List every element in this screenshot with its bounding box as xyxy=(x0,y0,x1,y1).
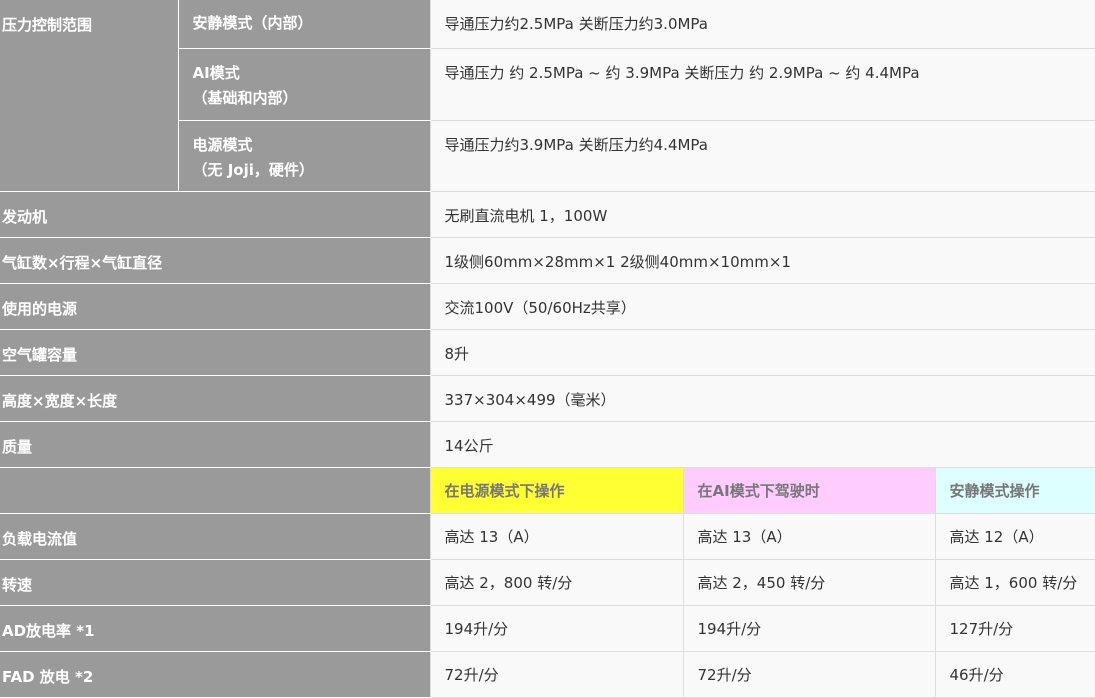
table-row: 转速 高达 2，800 转/分 高达 2，450 转/分 高达 1，600 转/… xyxy=(0,559,1095,606)
cell-load-current-quiet: 高达 12（A） xyxy=(934,513,1095,560)
cell-fad-discharge-power: 72升/分 xyxy=(429,651,683,698)
row-label-fad-discharge: FAD 放电 *2 xyxy=(0,651,430,698)
row-value-dimensions: 337×304×499（毫米） xyxy=(429,375,1095,422)
row-value-power-supply: 交流100V（50/60Hz共享） xyxy=(429,283,1095,330)
row-value-cylinder: 1级侧60mm×28mm×1 2级侧40mm×10mm×1 xyxy=(429,237,1095,284)
cell-speed-quiet: 高达 1，600 转/分 xyxy=(934,559,1095,606)
table-row: 高度×宽度×长度 337×304×499（毫米） xyxy=(0,375,1095,422)
power-mode-name: 电源模式 xyxy=(192,135,253,154)
mode-header-label xyxy=(0,467,430,514)
row-value-tank-capacity: 8升 xyxy=(429,329,1095,376)
sub-label-ai-mode: AI模式 （基础和内部） xyxy=(177,48,430,121)
row-label-power-supply: 使用的电源 xyxy=(0,283,430,330)
ai-mode-pressure-value: 导通压力 约 2.5MPa ~ 约 3.9MPa 关断压力 约 2.9MPa ~… xyxy=(429,48,1095,121)
sub-label-power-mode: 电源模式 （无 Joji，硬件） xyxy=(177,120,430,192)
cell-fad-discharge-quiet: 46升/分 xyxy=(934,651,1095,698)
cell-load-current-power: 高达 13（A） xyxy=(429,513,683,560)
cell-fad-discharge-ai: 72升/分 xyxy=(682,651,935,698)
row-label-mass: 质量 xyxy=(0,421,430,468)
cell-speed-ai: 高达 2，450 转/分 xyxy=(682,559,935,606)
cell-ad-discharge-quiet: 127升/分 xyxy=(934,605,1095,652)
table-row: FAD 放电 *2 72升/分 72升/分 46升/分 xyxy=(0,651,1095,698)
table-row: 气缸数×行程×气缸直径 1级侧60mm×28mm×1 2级侧40mm×10mm×… xyxy=(0,237,1095,284)
cell-ad-discharge-power: 194升/分 xyxy=(429,605,683,652)
ai-mode-name: AI模式 xyxy=(192,63,240,82)
row-label-ad-discharge: AD放电率 *1 xyxy=(0,605,430,652)
mode-header-power: 在电源模式下操作 xyxy=(429,467,683,514)
table-row: AD放电率 *1 194升/分 194升/分 127升/分 xyxy=(0,605,1095,652)
cell-load-current-ai: 高达 13（A） xyxy=(682,513,935,560)
table-row: 使用的电源 交流100V（50/60Hz共享） xyxy=(0,283,1095,330)
table-row: 压力控制范围 安静模式（内部） 导通压力约2.5MPa 关断压力约3.0MPa xyxy=(0,0,1095,192)
spec-table: 压力控制范围 安静模式（内部） 导通压力约2.5MPa 关断压力约3.0MPa … xyxy=(0,0,1095,698)
power-mode-subname: （无 Joji，硬件） xyxy=(192,160,314,179)
quiet-mode-name: 安静模式（内部） xyxy=(192,14,313,32)
table-row: 发动机 无刷直流电机 1，100W xyxy=(0,191,1095,238)
power-mode-pressure-value: 导通压力约3.9MPa 关断压力约4.4MPa xyxy=(429,120,1095,192)
row-label-speed: 转速 xyxy=(0,559,430,606)
table-row: 质量 14公斤 xyxy=(0,421,1095,468)
row-value-mass: 14公斤 xyxy=(429,421,1095,468)
ai-mode-subname: （基础和内部） xyxy=(192,88,298,107)
table-row: 负载电流值 高达 13（A） 高达 13（A） 高达 12（A） xyxy=(0,513,1095,560)
row-label-cylinder: 气缸数×行程×气缸直径 xyxy=(0,237,430,284)
row-label-load-current: 负载电流值 xyxy=(0,513,430,560)
row-label-pressure: 压力控制范围 xyxy=(0,0,178,192)
cell-speed-power: 高达 2，800 转/分 xyxy=(429,559,683,606)
cell-ad-discharge-ai: 194升/分 xyxy=(682,605,935,652)
row-value-motor: 无刷直流电机 1，100W xyxy=(429,191,1095,238)
row-label-dimensions: 高度×宽度×长度 xyxy=(0,375,430,422)
quiet-mode-pressure-value: 导通压力约2.5MPa 关断压力约3.0MPa xyxy=(429,0,1095,49)
row-label-motor: 发动机 xyxy=(0,191,430,238)
row-label-tank-capacity: 空气罐容量 xyxy=(0,329,430,376)
table-row: 空气罐容量 8升 xyxy=(0,329,1095,376)
mode-header-row: 在电源模式下操作 在AI模式下驾驶时 安静模式操作 xyxy=(0,467,1095,514)
mode-header-quiet: 安静模式操作 xyxy=(934,467,1095,514)
mode-header-ai: 在AI模式下驾驶时 xyxy=(682,467,935,514)
sub-label-quiet-mode: 安静模式（内部） xyxy=(177,0,430,49)
